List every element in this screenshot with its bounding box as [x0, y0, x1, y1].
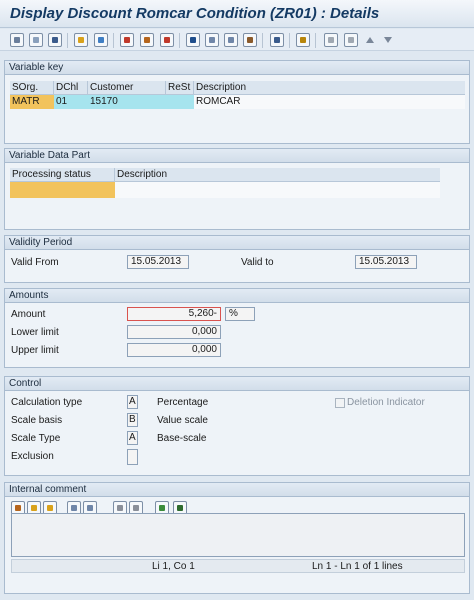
calculation-type-field[interactable]: A: [127, 395, 138, 409]
last-page-icon[interactable]: [344, 33, 358, 47]
upper-limit-field[interactable]: 0,000: [127, 343, 221, 357]
lower-limit-label: Lower limit: [11, 327, 59, 338]
calculation-type-text: Percentage: [157, 397, 209, 408]
validity-period-group: Validity Period Valid From 15.05.2013 Va…: [4, 235, 470, 283]
scale-type-text: Base-scale: [157, 433, 207, 444]
control-group: Control Calculation type A Percentage Sc…: [4, 376, 470, 476]
window-title: Display Discount Romcar Condition (ZR01)…: [10, 5, 380, 22]
scale-basis-label: Scale basis: [11, 415, 63, 426]
scale-type-label: Scale Type: [11, 433, 61, 444]
cell-processing-status[interactable]: [10, 182, 115, 198]
save-icon[interactable]: [48, 33, 62, 47]
cursor-position: Li 1, Co 1: [152, 561, 195, 572]
group-title: Validity Period: [5, 236, 469, 250]
up-arrow-icon[interactable]: [366, 37, 374, 43]
other-condition-icon[interactable]: [10, 33, 24, 47]
amount-unit-field[interactable]: %: [225, 307, 255, 321]
find-icon[interactable]: [29, 33, 43, 47]
application-toolbar: [0, 29, 474, 51]
cell-customer[interactable]: 15170: [88, 95, 166, 109]
col-header-description[interactable]: Description: [194, 81, 465, 95]
scale-basis-text: Value scale: [157, 415, 208, 426]
valid-from-label: Valid From: [11, 257, 59, 268]
variable-key-header: SOrg. DChl Customer ReSt Description: [10, 81, 465, 95]
upper-limit-label: Upper limit: [11, 345, 59, 356]
toolbar-separator: [67, 33, 68, 48]
deletion-indicator-checkbox[interactable]: [335, 398, 345, 408]
toolbar-separator: [315, 33, 316, 48]
col-header-rest[interactable]: ReSt: [166, 81, 194, 95]
details-icon[interactable]: [205, 33, 219, 47]
user-icon[interactable]: [270, 33, 284, 47]
amounts-group: Amounts Amount 5,260- % Lower limit 0,00…: [4, 288, 470, 368]
toolbar-separator: [179, 33, 180, 48]
group-title: Variable key: [5, 61, 469, 75]
scales-icon[interactable]: [243, 33, 257, 47]
comment-text-area[interactable]: [11, 513, 465, 557]
group-title: Internal comment: [5, 483, 469, 497]
check-icon[interactable]: [160, 33, 174, 47]
valid-to-field[interactable]: 15.05.2013: [355, 255, 417, 269]
display-icon[interactable]: [120, 33, 134, 47]
toolbar-separator: [262, 33, 263, 48]
scale-basis-field[interactable]: B: [127, 413, 138, 427]
scale-type-field[interactable]: A: [127, 431, 138, 445]
condition-rec-icon[interactable]: [224, 33, 238, 47]
col-header-description[interactable]: Description: [115, 168, 440, 182]
lower-limit-field[interactable]: 0,000: [127, 325, 221, 339]
down-arrow-icon[interactable]: [384, 37, 392, 43]
col-header-customer[interactable]: Customer: [88, 81, 166, 95]
group-title: Variable Data Part: [5, 149, 469, 163]
comment-status-line: Li 1, Co 1 Ln 1 - Ln 1 of 1 lines: [11, 559, 465, 573]
cell-rest[interactable]: [166, 95, 194, 109]
col-header-processing-status[interactable]: Processing status: [10, 168, 115, 182]
export-icon[interactable]: [296, 33, 310, 47]
amount-field[interactable]: 5,260-: [127, 307, 221, 321]
toolbar-separator: [113, 33, 114, 48]
amount-label: Amount: [11, 309, 46, 320]
cell-description[interactable]: [115, 182, 440, 198]
table-row: MATR 01 15170 ROMCAR: [10, 95, 465, 109]
first-page-icon[interactable]: [324, 33, 338, 47]
internal-comment-group: Internal comment Li 1, Co 1 Ln 1 - Ln 1 …: [4, 482, 470, 594]
group-title: Control: [5, 377, 469, 391]
cell-sorg[interactable]: MATR: [10, 95, 54, 109]
info-icon[interactable]: [186, 33, 200, 47]
title-bar: Display Discount Romcar Condition (ZR01)…: [0, 0, 474, 28]
print-icon[interactable]: [140, 33, 154, 47]
col-header-dchl[interactable]: DChl: [54, 81, 88, 95]
group-title: Amounts: [5, 289, 469, 303]
valid-from-field[interactable]: 15.05.2013: [127, 255, 189, 269]
table-row: [10, 182, 440, 198]
line-count: Ln 1 - Ln 1 of 1 lines: [312, 561, 403, 572]
variable-data-group: Variable Data Part Processing status Des…: [4, 148, 470, 230]
col-header-sorg[interactable]: SOrg.: [10, 81, 54, 95]
deletion-indicator-label: Deletion Indicator: [347, 397, 425, 408]
exclusion-field[interactable]: [127, 449, 138, 465]
cell-description[interactable]: ROMCAR: [194, 95, 465, 109]
valid-to-label: Valid to: [241, 257, 274, 268]
variable-data-header: Processing status Description: [10, 168, 440, 182]
cell-dchl[interactable]: 01: [54, 95, 88, 109]
toolbar-separator: [289, 33, 290, 48]
new-entries-icon[interactable]: [74, 33, 88, 47]
variable-key-group: Variable key SOrg. DChl Customer ReSt De…: [4, 60, 470, 144]
exclusion-label: Exclusion: [11, 451, 54, 462]
calculation-type-label: Calculation type: [11, 397, 83, 408]
copy-icon[interactable]: [94, 33, 108, 47]
